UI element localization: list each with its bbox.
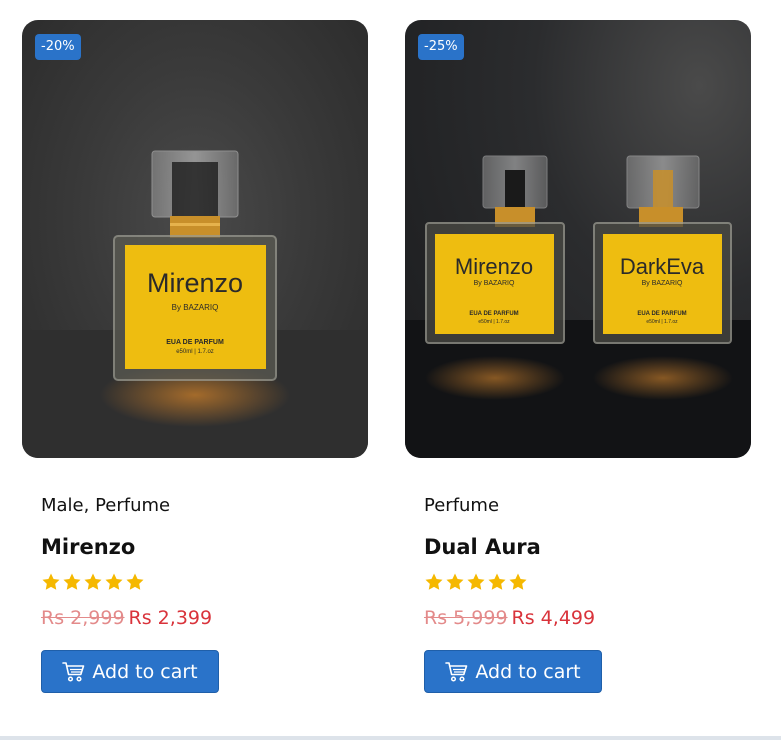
product-image[interactable]: Mirenzo By BAZARIQ EUA DE PARFUM e50ml |… (405, 20, 751, 458)
add-to-cart-label: Add to cart (92, 660, 198, 683)
star-icon (488, 573, 506, 590)
add-to-cart-button[interactable]: Add to cart (41, 650, 219, 693)
sale-price: Rs 2,399 (128, 607, 213, 629)
bottle-label-brand: By BAZARIQ (642, 280, 683, 287)
product-categories[interactable]: Perfume (424, 494, 751, 518)
product-info: Perfume Dual Aura Rs 5,999 Rs 4,499 Add … (405, 458, 751, 693)
bottle-label-brand: By BAZARIQ (474, 280, 515, 287)
original-price: Rs 5,999 (424, 607, 508, 629)
section-divider (0, 736, 781, 740)
star-icon (105, 573, 123, 590)
star-icon (84, 573, 102, 590)
product-image[interactable]: Mirenzo By BAZARIQ EUA DE PARFUM e50ml |… (22, 20, 368, 458)
star-rating (424, 572, 751, 594)
perfume-bottle-image: Mirenzo By BAZARIQ EUA DE PARFUM e50ml |… (22, 150, 368, 458)
product-card: Mirenzo By BAZARIQ EUA DE PARFUM e50ml |… (405, 20, 751, 693)
add-to-cart-label: Add to cart (475, 660, 581, 683)
star-icon (126, 573, 144, 590)
star-icon (63, 573, 81, 590)
star-icon (42, 573, 60, 590)
product-info: Male, Perfume Mirenzo Rs 2,999Rs 2,399 (22, 458, 368, 693)
bottle-label-size: e50ml | 1.7.oz (646, 319, 678, 325)
original-price: Rs 2,999 (41, 607, 125, 629)
discount-badge: -20% (35, 34, 81, 60)
product-title[interactable]: Dual Aura (424, 534, 751, 560)
bottle-label-name: DarkEva (620, 254, 705, 279)
product-title[interactable]: Mirenzo (41, 534, 368, 560)
bottle-label-name: Mirenzo (455, 254, 533, 279)
cart-icon (62, 661, 85, 682)
star-icon (509, 573, 527, 590)
perfume-bottle-image: Mirenzo By BAZARIQ EUA DE PARFUM e50ml |… (405, 155, 751, 458)
star-icon (446, 573, 464, 590)
bottle-label-brand: By BAZARIQ (172, 303, 219, 312)
star-rating (41, 572, 368, 594)
bottle-label-size: e50ml | 1.7.oz (176, 349, 214, 355)
product-price: Rs 2,999 Rs 2,399 (41, 606, 368, 630)
sale-price: Rs 4,499 (511, 607, 596, 629)
star-icon (425, 573, 443, 590)
product-price: Rs 5,999 Rs 4,499 (424, 606, 751, 630)
add-to-cart-button[interactable]: Add to cart (424, 650, 602, 693)
star-icon (467, 573, 485, 590)
bottle-label-size: e50ml | 1.7.oz (478, 319, 510, 325)
bottle-label-name: Mirenzo (147, 268, 243, 298)
bottle-label-type: EUA DE PARFUM (469, 311, 518, 317)
discount-badge: -25% (418, 34, 464, 60)
bottle-label-type: EUA DE PARFUM (166, 339, 224, 346)
bottle-label-type: EUA DE PARFUM (637, 311, 686, 317)
product-card: Mirenzo By BAZARIQ EUA DE PARFUM e50ml |… (22, 20, 368, 693)
cart-icon (445, 661, 468, 682)
product-categories[interactable]: Male, Perfume (41, 494, 368, 518)
product-grid: Mirenzo By BAZARIQ EUA DE PARFUM e50ml |… (0, 0, 781, 736)
